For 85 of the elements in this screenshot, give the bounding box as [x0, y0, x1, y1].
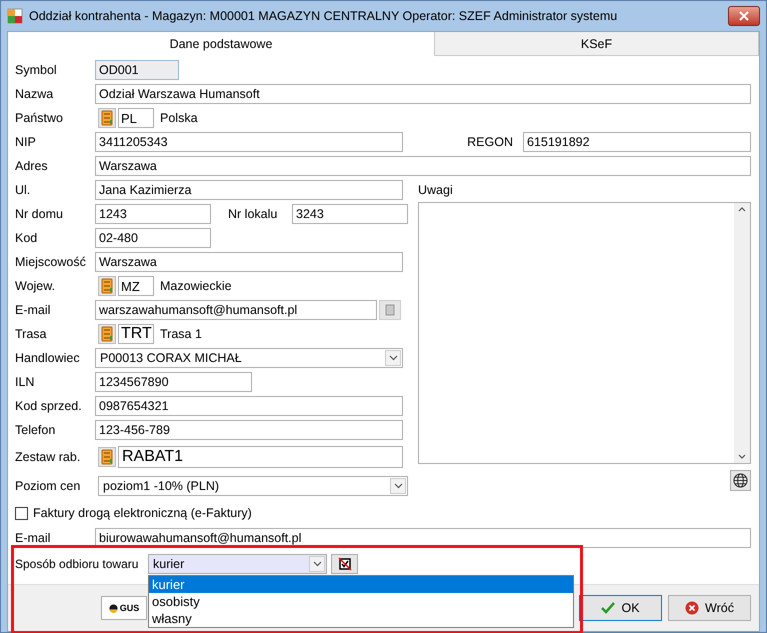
book-icon [101, 449, 113, 465]
field-label: Miejscowość [15, 255, 87, 269]
field-label: E-mail [15, 531, 52, 545]
checkbox-label: Faktury drogą elektroniczną (e-Faktury) [33, 506, 252, 520]
field-label: REGON [467, 135, 513, 149]
field-label: E-mail [15, 303, 52, 317]
field-label: ILN [15, 375, 36, 389]
code-field[interactable]: TRT [118, 324, 154, 344]
tab[interactable]: KSeF [434, 32, 759, 56]
field-label: Nr lokalu [228, 207, 278, 221]
field-label: Państwo [15, 111, 64, 125]
chevron-down-icon [738, 454, 746, 459]
lookup-button[interactable] [98, 324, 116, 344]
document-icon [385, 304, 395, 316]
globe-button[interactable] [730, 470, 751, 491]
field-label: Poziom cen [15, 479, 82, 493]
chevron-down-icon [394, 483, 402, 489]
text-field[interactable]: Warszawa [95, 156, 751, 176]
app-icon [7, 8, 23, 24]
field-label: Nr domu [15, 207, 64, 221]
text-field[interactable]: Odział Warszawa Humansoft [95, 84, 751, 104]
lookup-button[interactable] [98, 447, 116, 467]
ok-button[interactable]: OK [579, 595, 662, 621]
lookup-name: Trasa 1 [160, 327, 202, 341]
book-icon [101, 110, 113, 126]
chevron-down-icon [388, 355, 398, 361]
field-label: Uwagi [418, 183, 453, 197]
text-field[interactable]: warszawahumansoft@humansoft.pl [95, 300, 377, 320]
field-label: Telefon [15, 423, 56, 437]
lookup-name: Polska [160, 111, 198, 125]
field-label: Sposób odbioru towaru [15, 557, 140, 571]
text-field[interactable]: 0987654321 [95, 396, 403, 416]
dropdown-button[interactable] [385, 350, 401, 366]
lookup-button[interactable] [98, 276, 116, 296]
text-field[interactable]: 123-456-789 [95, 420, 403, 440]
window-title: Oddział kontrahenta - Magazyn: M00001 MAGAZYN CENTRALNY Operator: SZEF Administrator systemu [29, 9, 618, 23]
book-icon [101, 278, 113, 294]
dropdown[interactable]: kurier [148, 554, 327, 574]
scrollbar[interactable] [734, 203, 750, 463]
dropdown[interactable]: P00013 CORAX MICHAŁ [95, 348, 403, 368]
cancel-icon [685, 601, 700, 615]
text-field[interactable]: 1234567890 [95, 372, 252, 392]
field-label: Trasa [15, 327, 48, 341]
text-field[interactable]: Jana Kazimierza [95, 180, 403, 200]
field-label: Symbol [15, 63, 58, 77]
field-label: Kod sprzed. [15, 399, 83, 413]
close-button[interactable] [728, 6, 760, 26]
circle-icon [108, 604, 118, 612]
text-field[interactable]: 3411205343 [95, 132, 403, 152]
dropdown-button[interactable] [390, 478, 406, 494]
text-field[interactable]: 1243 [95, 204, 211, 224]
field-label: Wojew. [15, 279, 56, 293]
text-field[interactable]: 3243 [292, 204, 408, 224]
dropdown[interactable]: poziom1 -10% (PLN) [98, 476, 408, 496]
globe-icon [733, 473, 748, 488]
code-field[interactable]: RABAT1 [118, 446, 403, 468]
field-label: Nazwa [15, 87, 54, 101]
field-label: Ul. [15, 183, 32, 197]
dropdown-button[interactable] [309, 556, 325, 572]
lookup-button[interactable] [98, 108, 116, 128]
text-field[interactable]: 615191892 [523, 132, 751, 152]
gus-button[interactable]: GUS [101, 596, 147, 620]
field-label: Kod [15, 231, 38, 245]
field-label: Zestaw rab. [15, 450, 82, 464]
cancel-button[interactable]: Wróć [668, 595, 751, 621]
close-icon [739, 11, 749, 21]
text-field[interactable]: OD001 [95, 60, 179, 80]
check-icon [601, 602, 616, 614]
book-icon [101, 326, 113, 342]
checkbox[interactable] [15, 506, 28, 520]
field-label: NIP [15, 135, 37, 149]
chevron-up-icon [738, 207, 746, 212]
text-field[interactable]: Warszawa [95, 252, 403, 272]
dropdown-option[interactable]: kurier [149, 576, 573, 593]
dropdown-option[interactable]: własny [149, 610, 573, 627]
crossed-checkbox-icon [338, 557, 352, 571]
chevron-down-icon [312, 561, 322, 567]
clear-button[interactable] [331, 554, 358, 574]
field-label: Adres [15, 159, 49, 173]
code-field[interactable]: PL [118, 108, 154, 128]
field-label: Handlowiec [15, 351, 81, 365]
dropdown-option[interactable]: osobisty [149, 593, 573, 610]
code-field[interactable]: MZ [118, 276, 154, 296]
lookup-name: Mazowieckie [160, 279, 232, 293]
text-field[interactable]: 02-480 [95, 228, 211, 248]
